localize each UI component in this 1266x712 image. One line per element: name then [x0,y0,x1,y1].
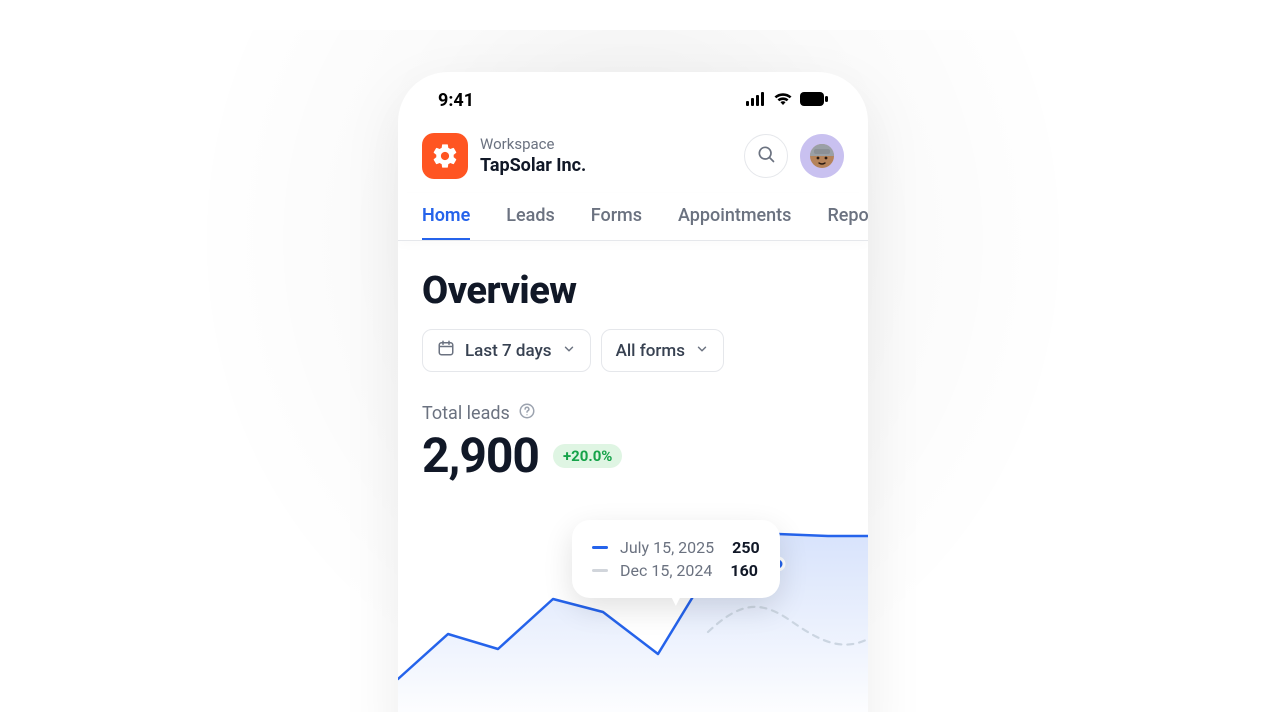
tab-leads[interactable]: Leads [506,193,554,240]
wifi-icon [773,90,793,111]
tooltip-value-previous: 160 [730,561,758,580]
metric-label: Total leads [422,403,510,424]
series-swatch-current [592,546,608,549]
tooltip-value-current: 250 [732,538,760,557]
tab-forms[interactable]: Forms [591,193,642,240]
tab-appointments[interactable]: Appointments [678,193,791,240]
avatar[interactable] [800,134,844,178]
cellular-icon [746,90,766,111]
status-bar: 9:41 [398,72,868,119]
chevron-down-icon [695,341,709,361]
status-icons [746,90,828,111]
metric-value: 2,900 [422,427,539,484]
phone-frame: 9:41 [398,72,868,712]
search-button[interactable] [744,134,788,178]
metric-value-row: 2,900 +20.0% [422,427,844,484]
tooltip-row-current: July 15, 2025 250 [592,536,760,559]
chart-tooltip: July 15, 2025 250 Dec 15, 2024 160 [572,520,780,598]
filters-row: Last 7 days All forms [422,329,844,372]
tooltip-row-previous: Dec 15, 2024 160 [592,559,760,582]
content-area: Overview Last 7 days [398,241,868,712]
form-filter[interactable]: All forms [601,329,724,372]
calendar-icon [437,339,455,362]
series-swatch-previous [592,569,608,572]
tooltip-date-current: July 15, 2025 [620,538,714,557]
date-range-filter[interactable]: Last 7 days [422,329,591,372]
metric-label-row: Total leads [422,402,844,425]
workspace-name: TapSolar Inc. [480,154,744,177]
delta-badge: +20.0% [553,444,622,468]
page-title: Overview [422,269,844,313]
form-filter-label: All forms [616,341,685,361]
workspace-label: Workspace [480,135,744,155]
date-range-label: Last 7 days [465,341,552,361]
search-icon [756,144,776,168]
help-icon[interactable] [518,402,536,425]
tab-home[interactable]: Home [422,193,470,241]
tab-reports[interactable]: Reports [827,193,868,240]
leads-chart[interactable]: July 15, 2025 250 Dec 15, 2024 160 [422,504,844,712]
workspace-info[interactable]: Workspace TapSolar Inc. [480,135,744,178]
tooltip-date-previous: Dec 15, 2024 [620,561,712,580]
tab-bar: Home Leads Forms Appointments Reports [398,193,868,241]
status-time: 9:41 [438,90,474,111]
workspace-header: Workspace TapSolar Inc. [398,119,868,193]
workspace-logo[interactable] [422,133,468,179]
chevron-down-icon [562,341,576,361]
battery-icon [800,90,828,111]
